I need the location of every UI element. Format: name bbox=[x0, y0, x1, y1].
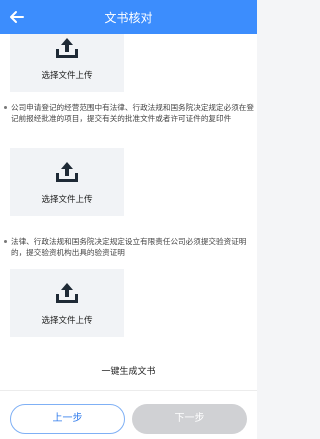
requirement-text: 法律、行政法规和国务院决定规定设立有限责任公司必须提交验资证明的，提交验资机构出… bbox=[11, 237, 247, 257]
generate-label: 一键生成文书 bbox=[101, 367, 156, 377]
page-title: 文书核对 bbox=[104, 11, 153, 25]
next-step-button[interactable]: 下一步 bbox=[132, 404, 247, 434]
previous-step-button[interactable]: 上一步 bbox=[10, 404, 125, 434]
upload-tray-icon bbox=[56, 162, 78, 182]
upload-label: 选择文件上传 bbox=[41, 195, 93, 205]
bullet-dot bbox=[4, 240, 7, 243]
requirement-item-2: 法律、行政法规和国务院决定规定设立有限责任公司必须提交验资证明的，提交验资机构出… bbox=[4, 236, 254, 258]
upload-tray-icon bbox=[56, 38, 78, 58]
bullet-dot bbox=[4, 106, 7, 109]
generate-document-button[interactable]: 一键生成文书 bbox=[0, 352, 257, 390]
upload-label: 选择文件上传 bbox=[41, 71, 93, 81]
requirement-text: 公司申请登记的经营范围中有法律、行政法规和国务院决定规定必须在登记前报经批准的项… bbox=[11, 103, 254, 123]
upload-area-2[interactable]: 选择文件上传 bbox=[10, 148, 124, 216]
header-bar: 文书核对 bbox=[0, 0, 257, 34]
footer-bar: 上一步 下一步 bbox=[0, 390, 257, 439]
upload-label: 选择文件上传 bbox=[41, 316, 93, 326]
upload-area-1[interactable]: 选择文件上传 bbox=[10, 34, 124, 92]
document-list: 选择文件上传 公司申请登记的经营范围中有法律、行政法规和国务院决定规定必须在登记… bbox=[0, 34, 257, 390]
requirement-item-1: 公司申请登记的经营范围中有法律、行政法规和国务院决定规定必须在登记前报经批准的项… bbox=[4, 102, 254, 124]
upload-tray-icon bbox=[56, 283, 78, 303]
upload-area-3[interactable]: 选择文件上传 bbox=[10, 269, 124, 337]
